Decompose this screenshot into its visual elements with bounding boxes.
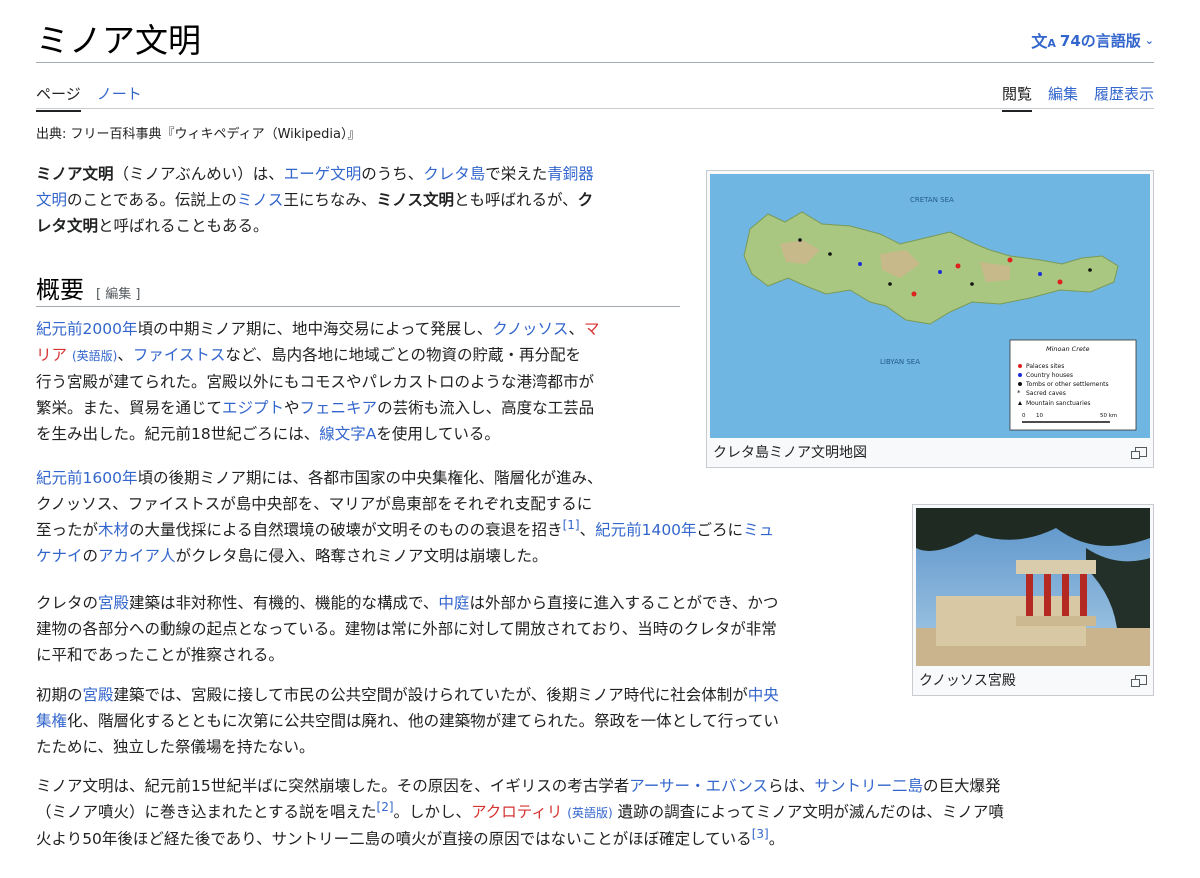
chevron-down-icon: ⌄ [1144,33,1154,47]
map-settlement-4 [970,282,974,286]
map-figure: CRETAN SEA LIBYAN SEA Minoan Crete Palac… [706,170,1154,468]
legend-scale-10: 10 [1036,413,1043,419]
link-1400bc[interactable]: 紀元前1400年 [595,521,696,539]
link-aegean[interactable]: エーゲ文明 [284,165,362,183]
map-house-3 [1038,272,1042,276]
legend-settlement-dot [1018,382,1022,386]
photo-column-2 [1044,574,1051,618]
link-phaistos[interactable]: ファイストス [133,346,226,364]
tabs-divider [36,108,1154,109]
link-santorini[interactable]: サントリー二島 [814,777,923,795]
legend-mountain: Mountain sanctuaries [1026,400,1091,407]
link-timber[interactable]: 木材 [98,521,129,539]
link-1600bc[interactable]: 紀元前1600年 [36,469,137,487]
link-achaeans[interactable]: アカイア人 [98,547,176,565]
crete-map-image[interactable]: CRETAN SEA LIBYAN SEA Minoan Crete Palac… [710,174,1150,438]
legend-cave: Sacred caves [1026,390,1066,397]
map-settlement-2 [828,252,832,256]
map-sea-bottom: LIBYAN SEA [880,358,920,366]
overview-paragraph-3: クレタの宮殿建築は非対称性、有機的、機能的な構成で、中庭は外部から直接に進入する… [36,594,779,664]
section-divider [36,306,680,307]
link-linear-a[interactable]: 線文字A [319,425,376,443]
photo-caption: クノッソス宮殿 [919,673,1016,689]
translate-icon: 文A [1031,32,1056,51]
photo-column-3 [1062,574,1069,618]
link-minos[interactable]: ミノス [237,191,284,209]
map-caption: クレタ島ミノア文明地図 [713,445,867,461]
magnify-icon[interactable] [1131,675,1147,687]
section-heading: 概要 [ 編集 ] [36,270,140,305]
link-egypt[interactable]: エジプト [222,399,284,417]
overview-paragraph-1: 紀元前2000年頃の中期ミノア期に、地中海交易によって発展し、クノッソス、マ リア… [36,320,600,443]
legend-scale-0: 0 [1022,413,1026,419]
legend-palace-dot [1018,364,1022,368]
ref-1[interactable]: [1] [563,518,580,532]
crete-map-svg: CRETAN SEA LIBYAN SEA Minoan Crete Palac… [710,174,1150,438]
ref-2[interactable]: [2] [377,800,394,814]
map-caption-row: クレタ島ミノア文明地図 [710,438,1150,464]
knossos-photo-svg [916,508,1150,666]
photo-figure: クノッソス宮殿 [912,504,1154,696]
section-edit-link[interactable]: [ 編集 ] [96,283,140,302]
link-akrotiri-en[interactable]: (英語版) [567,806,612,820]
overview-paragraph-2: 紀元前1600年頃の後期ミノア期には、各都市国家の中央集権化、階層化が進み、 クノ… [36,469,775,565]
map-settlement-5 [1088,268,1092,272]
legend-house: Country houses [1026,372,1073,379]
map-palace-1 [955,263,961,269]
link-crete[interactable]: クレタ島 [423,165,485,183]
magnify-icon[interactable] [1131,447,1147,459]
title-divider [36,62,1154,63]
link-malia-en[interactable]: (英語版) [72,349,117,363]
link-phoenicia[interactable]: フェニキア [300,399,378,417]
link-palace[interactable]: 宮殿 [98,594,129,612]
link-2000bc[interactable]: 紀元前2000年 [36,320,137,338]
link-knossos[interactable]: クノッソス [492,320,568,338]
map-house-2 [938,270,942,274]
legend-palace: Palaces sites [1026,363,1064,370]
intro-paragraph: ミノア文明（ミノアぶんめい）は、エーゲ文明のうち、クレタ島で栄えた青銅器 文明のこ… [36,165,594,235]
legend-scale-50: 50 km [1100,413,1117,419]
legend-settlement: Tombs or other settlements [1025,381,1109,388]
map-palace-3 [911,291,917,297]
map-legend-title: Minoan Crete [1046,345,1089,353]
link-courtyard[interactable]: 中庭 [438,594,469,612]
ref-3[interactable]: [3] [752,827,769,841]
map-sea-top: CRETAN SEA [910,196,954,204]
map-settlement-1 [798,238,802,242]
photo-column-1 [1026,574,1033,618]
link-arthur-evans[interactable]: アーサー・エバンス [629,777,768,795]
overview-paragraph-5: ミノア文明は、紀元前15世紀半ばに突然崩壊した。その原因を、イギリスの考古学者ア… [36,777,1004,848]
map-house-1 [858,262,862,266]
language-count: 74の言語版 [1059,31,1141,50]
map-palace-2 [1007,257,1013,263]
link-akrotiri[interactable]: アクロティリ [471,803,562,821]
photo-base [1016,616,1096,626]
map-palace-4 [1057,279,1063,285]
photo-roof [1016,560,1096,574]
link-centralization[interactable]: 中央 集権 [36,686,779,730]
link-palace-2[interactable]: 宮殿 [83,686,114,704]
language-button[interactable]: 文A 74の言語版 ⌄ [1031,28,1154,52]
section-title: 概要 [36,276,84,304]
photo-column-4 [1080,574,1087,618]
photo-caption-row: クノッソス宮殿 [916,666,1150,692]
legend-cave-icon: * [1017,389,1021,397]
knossos-photo[interactable] [916,508,1150,666]
overview-paragraph-4: 初期の宮殿建築では、宮殿に接して市民の公共空間が設けられていたが、後期ミノア時代… [36,686,779,756]
map-settlement-3 [888,282,892,286]
source-line: 出典: フリー百科事典『ウィキペディア（Wikipedia）』 [36,127,361,142]
legend-house-dot [1018,373,1022,377]
page-title: ミノア文明 [36,21,201,60]
